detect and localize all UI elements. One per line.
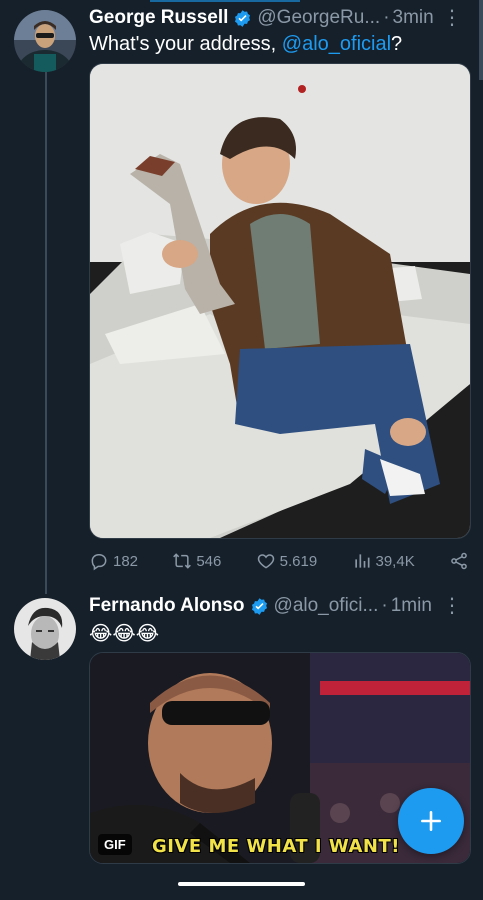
tweet-photo[interactable] xyxy=(89,63,471,539)
separator-dot: · xyxy=(381,595,388,616)
tweet-text: 😂😂😂 xyxy=(89,623,160,645)
timestamp[interactable]: 3min xyxy=(393,7,434,29)
like-count: 5.619 xyxy=(279,552,318,570)
retweet-button[interactable]: 546 xyxy=(172,551,221,571)
tweet-text-suffix: ? xyxy=(391,33,403,55)
mention-link[interactable]: @alo_oficial xyxy=(282,33,391,55)
tweet-header: Fernando Alonso @alo_ofici... · 1min ⋮ xyxy=(89,592,463,620)
compose-button[interactable] xyxy=(398,788,464,854)
author-handle[interactable]: @alo_ofici... xyxy=(274,595,379,617)
verified-icon xyxy=(233,9,252,28)
gif-badge: GIF xyxy=(98,834,132,855)
views-icon xyxy=(354,554,369,568)
verified-icon xyxy=(250,597,269,616)
tweet-text-prefix: What's your address, xyxy=(89,33,282,55)
separator-dot: · xyxy=(383,7,390,28)
home-indicator[interactable] xyxy=(178,882,305,886)
scrollbar[interactable] xyxy=(479,0,483,80)
author-name[interactable]: George Russell xyxy=(89,7,228,29)
retweet-icon xyxy=(173,553,192,569)
share-icon xyxy=(451,552,467,570)
like-icon xyxy=(257,554,274,569)
like-button[interactable]: 5.619 xyxy=(256,551,318,571)
views-count: 39,4K xyxy=(375,552,415,570)
gif-caption: GIVE ME WHAT I WANT! xyxy=(152,836,400,857)
tweet-actions: 182 546 5.619 39,4K xyxy=(89,549,469,573)
author-name[interactable]: Fernando Alonso xyxy=(89,595,245,617)
reply-icon xyxy=(91,554,107,571)
timestamp[interactable]: 1min xyxy=(391,595,432,617)
avatar-george-russell[interactable] xyxy=(14,10,76,72)
thread-connector-line xyxy=(45,72,47,594)
more-icon[interactable]: ⋮ xyxy=(442,4,463,32)
tweet-text: What's your address, @alo_oficial? xyxy=(89,33,467,56)
reply-button[interactable]: 182 xyxy=(89,551,138,571)
author-handle[interactable]: @GeorgeRu... xyxy=(257,7,380,29)
compose-plus-icon xyxy=(421,811,441,831)
retweet-count: 546 xyxy=(196,552,222,570)
reply-count: 182 xyxy=(113,552,139,570)
more-icon[interactable]: ⋮ xyxy=(442,592,463,620)
views-button[interactable]: 39,4K xyxy=(352,551,415,571)
top-scroll-indicator xyxy=(150,0,300,2)
avatar-fernando-alonso[interactable] xyxy=(14,598,76,660)
share-button[interactable] xyxy=(449,551,469,571)
tweet-header: George Russell @GeorgeRu... · 3min ⋮ xyxy=(89,4,463,32)
